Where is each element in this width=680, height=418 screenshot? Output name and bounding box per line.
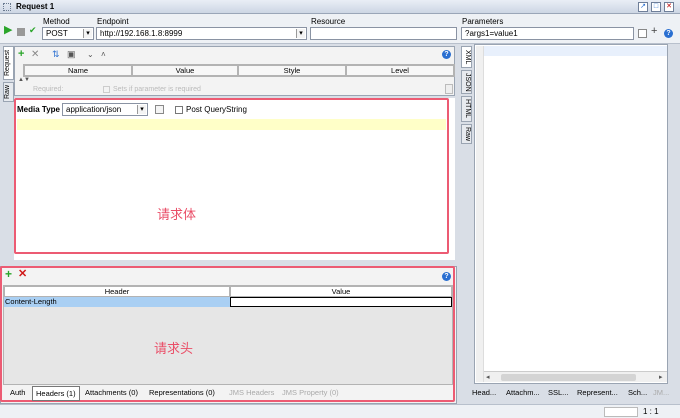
headers-highlight: + ✕ ? Header Value Content-Length 请求头	[0, 266, 455, 402]
param-header-name: Name	[24, 65, 132, 76]
add-icon[interactable]: +	[651, 26, 657, 37]
cursor-position: 1 : 1	[643, 407, 659, 416]
help-icon[interactable]: ?	[442, 272, 451, 281]
media-type-label: Media Type	[17, 105, 60, 114]
parameters-label: Parameters	[462, 17, 504, 26]
method-label: Method	[43, 17, 70, 26]
splitter[interactable]	[14, 262, 455, 265]
post-querystring-label: Post QueryString	[186, 105, 247, 114]
endpoint-select[interactable]: http://192.168.1.8:8999 ▾	[96, 27, 307, 40]
drag-grip-icon[interactable]	[3, 3, 11, 11]
param-header-level: Level	[346, 65, 454, 76]
param-header-style: Style	[238, 65, 346, 76]
collapse-arrows-icon[interactable]: ▲▼	[18, 77, 30, 83]
remove-header-icon[interactable]: ✕	[18, 269, 27, 280]
header-row-value[interactable]	[230, 297, 452, 307]
body-highlight: Media Type application/json ▾ Post Query…	[14, 98, 449, 254]
scroll-right-icon[interactable]: ▸	[659, 373, 663, 381]
help-icon[interactable]: ?	[442, 50, 451, 59]
parameters-input[interactable]: ?args1=value1	[461, 27, 634, 40]
tab-response-schema[interactable]: Sch...	[625, 386, 650, 401]
tab-request[interactable]: Request	[3, 46, 14, 80]
line-gutter	[476, 46, 484, 382]
move-down-icon[interactable]: ⌄	[87, 50, 94, 59]
remove-param-icon[interactable]: ✕	[31, 50, 39, 60]
tab-headers[interactable]: Headers (1)	[32, 386, 80, 401]
resource-input[interactable]	[310, 27, 457, 40]
tab-jms-headers: JMS Headers	[229, 388, 275, 397]
required-label: Required:	[33, 86, 64, 93]
add-param-icon[interactable]: +	[18, 49, 24, 60]
endpoint-label: Endpoint	[97, 17, 129, 26]
tab-raw[interactable]: Raw	[3, 82, 14, 102]
clear-icon[interactable]: ▣	[67, 50, 76, 59]
move-icon[interactable]: ⇅	[52, 50, 60, 59]
chevron-down-icon: ▾	[296, 29, 305, 38]
tab-json[interactable]: JSON	[461, 70, 472, 94]
tab-response-jms: JM...	[653, 388, 670, 397]
window-title: Request 1	[16, 2, 55, 11]
media-type-select[interactable]: application/json ▾	[62, 103, 148, 116]
add-header-icon[interactable]: +	[5, 268, 12, 280]
tab-representations[interactable]: Representations (0)	[146, 386, 218, 401]
tab-response-representations[interactable]: Represent...	[574, 386, 621, 401]
tab-xml[interactable]: XML	[461, 46, 472, 68]
body-editor-current-line[interactable]	[17, 119, 446, 130]
status-bar: 1 : 1	[0, 404, 680, 418]
format-icon[interactable]	[155, 105, 164, 114]
tab-response-raw[interactable]: Raw	[461, 124, 472, 144]
response-editor[interactable]: ◂ ▸	[474, 44, 668, 384]
required-hint: Sets if parameter is required	[113, 86, 201, 93]
body-annotation: 请求体	[157, 207, 197, 222]
scroll-left-icon[interactable]: ◂	[486, 373, 490, 381]
stop-icon[interactable]	[17, 28, 25, 36]
tab-response-attachments[interactable]: Attachm...	[503, 386, 543, 401]
window-titlebar: Request 1 ↗ □ ✕	[0, 0, 680, 14]
tab-jms-property: JMS Property (0)	[282, 388, 339, 397]
copy-icon[interactable]	[638, 29, 647, 38]
detach-icon[interactable]: ↗	[638, 2, 648, 12]
post-querystring-checkbox[interactable]	[175, 106, 183, 114]
param-header-value: Value	[132, 65, 238, 76]
headers-table: Header Value Content-Length	[3, 285, 453, 385]
run-icon[interactable]: ▶	[4, 25, 12, 36]
close-icon[interactable]: ✕	[664, 2, 674, 12]
header-col-value: Value	[230, 286, 452, 297]
tab-response-ssl[interactable]: SSL...	[545, 386, 571, 401]
tab-attachments[interactable]: Attachments (0)	[82, 386, 141, 401]
method-value: POST	[46, 29, 68, 38]
scrollbar[interactable]	[445, 84, 453, 94]
endpoint-value: http://192.168.1.8:8999	[100, 29, 183, 38]
horizontal-scrollbar[interactable]: ◂ ▸	[484, 371, 667, 382]
help-icon[interactable]: ?	[664, 29, 673, 38]
method-select[interactable]: POST ▾	[42, 27, 94, 40]
move-up-icon[interactable]: ˄	[101, 50, 106, 59]
media-type-value: application/json	[66, 105, 122, 114]
tab-auth[interactable]: Auth	[7, 386, 28, 401]
params-panel: + ✕ ⇅ ▣ ⌄ ˄ ? Name Value Style Level ▲▼ …	[14, 46, 455, 96]
header-row-name[interactable]: Content-Length	[4, 297, 230, 307]
tab-html[interactable]: HTML	[461, 96, 472, 122]
maximize-icon[interactable]: □	[651, 2, 661, 12]
response-current-line	[484, 46, 667, 56]
chevron-down-icon: ▾	[83, 29, 92, 38]
chevron-down-icon: ▾	[137, 105, 146, 114]
params-table: Name Value Style Level	[23, 64, 455, 77]
header-col-header: Header	[4, 286, 230, 297]
tab-response-headers[interactable]: Head...	[469, 386, 499, 401]
status-field	[604, 407, 638, 417]
headers-annotation: 请求头	[154, 341, 194, 356]
request-toolbar: ▶ ✔ Method POST ▾ Endpoint http://192.16…	[0, 14, 680, 44]
check-icon[interactable]: ✔	[29, 26, 37, 35]
scrollbar-thumb[interactable]	[501, 374, 636, 381]
resource-label: Resource	[311, 17, 346, 26]
required-checkbox[interactable]	[103, 86, 110, 93]
